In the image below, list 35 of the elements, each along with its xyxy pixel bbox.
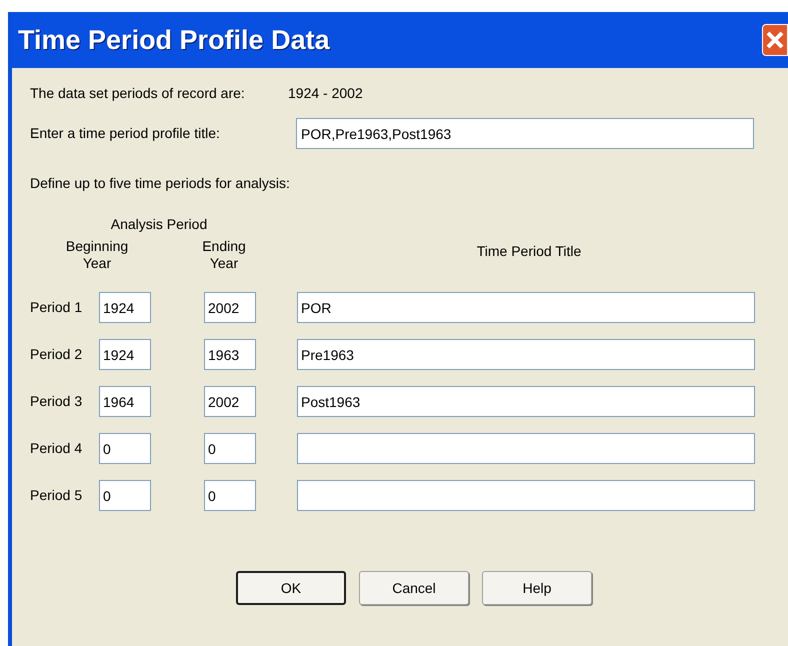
period-title-field[interactable]: Post1963 — [297, 386, 755, 417]
dialog-button[interactable]: Cancel — [359, 571, 469, 605]
close-button[interactable] — [762, 24, 788, 56]
beginning-year-field[interactable]: 1964 — [99, 386, 151, 417]
close-icon — [766, 31, 784, 49]
analysis-period-heading: Analysis Period — [110, 215, 208, 234]
beginning-year-heading: Beginning Year — [64, 238, 130, 272]
beginning-year-field[interactable]: 0 — [99, 480, 151, 511]
beginning-year-field[interactable]: 0 — [99, 433, 151, 464]
period-title-field[interactable]: Pre1963 — [297, 339, 755, 370]
period-label: Period 3 — [30, 392, 84, 411]
period-label: Period 5 — [30, 486, 84, 505]
ending-year-field[interactable]: 1963 — [204, 339, 256, 370]
window-title: Time Period Profile Data — [18, 24, 330, 57]
record-period-value: 1924 - 2002 — [288, 84, 363, 103]
beginning-year-field[interactable]: 1924 — [99, 292, 151, 323]
beginning-year-field[interactable]: 1924 — [99, 339, 151, 370]
ending-year-field[interactable]: 2002 — [204, 386, 256, 417]
ending-year-field[interactable]: 0 — [204, 480, 256, 511]
time-period-title-heading: Time Period Title — [476, 242, 582, 261]
record-period-label: The data set periods of record are: — [30, 84, 246, 103]
dialog-button[interactable]: Help — [482, 571, 592, 605]
period-label: Period 1 — [30, 298, 84, 317]
ending-year-heading: Ending Year — [201, 238, 247, 272]
ending-year-field[interactable]: 2002 — [204, 292, 256, 323]
profile-title-label: Enter a time period profile title: — [30, 124, 221, 143]
period-label: Period 4 — [30, 439, 84, 458]
instructions-text: Define up to five time periods for analysis: — [30, 174, 291, 193]
ending-year-field[interactable]: 0 — [204, 433, 256, 464]
period-label: Period 2 — [30, 345, 84, 364]
period-title-field[interactable]: POR — [297, 292, 755, 323]
period-title-field[interactable] — [297, 433, 755, 464]
period-title-field[interactable] — [297, 480, 755, 511]
dialog-button[interactable]: OK — [236, 571, 346, 605]
profile-title-field[interactable]: POR,Pre1963,Post1963 — [296, 118, 754, 149]
